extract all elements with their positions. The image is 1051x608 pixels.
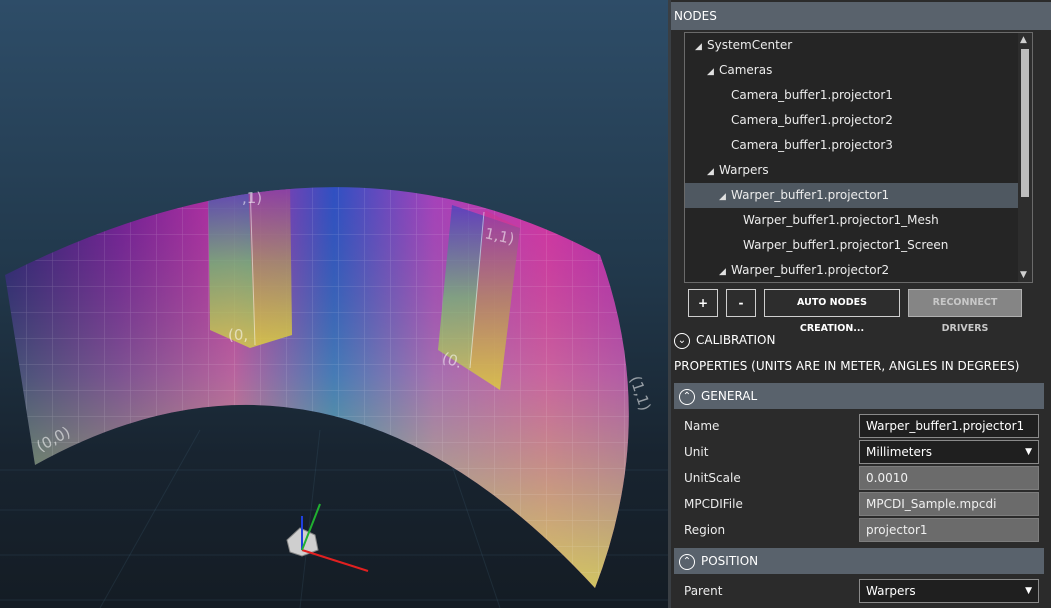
dropdown-arrow-icon[interactable]: ▼: [1025, 580, 1032, 602]
unit-dropdown[interactable]: Millimeters ▼: [859, 440, 1039, 464]
unitscale-field: 0.0010: [859, 466, 1039, 490]
nodes-tree[interactable]: ◢ SystemCenter ◢ Cameras Camera_buffer1.pr…: [684, 32, 1033, 283]
add-node-button[interactable]: +: [688, 289, 718, 317]
auto-nodes-creation-button[interactable]: AUTO NODES CREATION...: [764, 289, 900, 334]
tree-node-camera-3[interactable]: Camera_buffer1.projector3: [685, 133, 1032, 158]
curved-screen-mesh: [5, 187, 629, 588]
parent-dropdown[interactable]: Warpers ▼: [859, 579, 1039, 603]
general-section-header[interactable]: ⌃ GENERAL: [674, 383, 1044, 409]
tree-node-warper-1-mesh[interactable]: Warper_buffer1.projector1_Mesh: [685, 208, 1032, 233]
tree-node-systemcenter[interactable]: ◢ SystemCenter: [685, 33, 1029, 58]
scene-canvas: (0,0) (0, (0. (1,1) ,1) 1,1): [0, 187, 668, 608]
uv-label: ,1): [242, 189, 262, 207]
parent-label: Parent: [684, 584, 723, 598]
scroll-up-icon[interactable]: ▲: [1020, 35, 1027, 45]
chevron-down-icon[interactable]: ⌄: [674, 332, 690, 349]
tree-node-warper-1[interactable]: ◢ Warper_buffer1.projector1: [685, 183, 1032, 210]
position-section-header[interactable]: ⌃ POSITION: [674, 548, 1044, 574]
region-label: Region: [684, 523, 726, 537]
region-field: projector1: [859, 518, 1039, 542]
unitscale-label: UnitScale: [684, 471, 741, 485]
scroll-down-icon[interactable]: ▼: [1020, 270, 1027, 280]
expand-triangle-icon[interactable]: ◢: [707, 60, 719, 85]
uv-label: (1,1): [626, 374, 654, 413]
remove-node-button[interactable]: -: [726, 289, 756, 317]
name-label: Name: [684, 419, 720, 433]
expand-triangle-icon[interactable]: ◢: [707, 160, 719, 185]
scroll-thumb[interactable]: [1021, 49, 1029, 197]
expand-triangle-icon[interactable]: ◢: [695, 35, 707, 60]
mpcdifile-label: MPCDIFile: [684, 497, 743, 511]
tree-scrollbar[interactable]: ▲ ▼: [1018, 33, 1032, 282]
tree-node-cameras[interactable]: ◢ Cameras: [685, 58, 1032, 85]
name-field[interactable]: Warper_buffer1.projector1: [859, 414, 1039, 438]
tree-node-warper-2[interactable]: ◢ Warper_buffer1.projector2: [685, 258, 1032, 282]
3d-viewport[interactable]: (0,0) (0, (0. (1,1) ,1) 1,1): [0, 0, 668, 608]
chevron-up-icon[interactable]: ⌃: [679, 553, 695, 570]
dropdown-arrow-icon[interactable]: ▼: [1025, 441, 1032, 463]
transform-gizmo[interactable]: [286, 503, 369, 572]
properties-title: PROPERTIES (UNITS ARE IN METER, ANGLES I…: [674, 359, 1020, 373]
mpcdifile-field: MPCDI_Sample.mpcdi: [859, 492, 1039, 516]
expand-triangle-icon[interactable]: ◢: [719, 260, 731, 282]
tree-node-warper-1-screen[interactable]: Warper_buffer1.projector1_Screen: [685, 233, 1032, 258]
tree-node-warpers[interactable]: ◢ Warpers: [685, 158, 1032, 185]
properties-panel: NODES ◢ SystemCenter ◢ Cameras Camera_buff…: [671, 0, 1051, 608]
uv-label: (0,: [228, 326, 248, 344]
expand-triangle-icon[interactable]: ◢: [719, 185, 731, 210]
tree-node-camera-1[interactable]: Camera_buffer1.projector1: [685, 83, 1032, 108]
chevron-up-icon[interactable]: ⌃: [679, 388, 695, 405]
calibration-toggle[interactable]: ⌄ CALIBRATION: [671, 327, 775, 353]
nodes-header: NODES: [671, 2, 1051, 30]
reconnect-drivers-button: RECONNECT DRIVERS: [908, 289, 1022, 334]
tree-node-camera-2[interactable]: Camera_buffer1.projector2: [685, 108, 1032, 133]
unit-label: Unit: [684, 445, 709, 459]
